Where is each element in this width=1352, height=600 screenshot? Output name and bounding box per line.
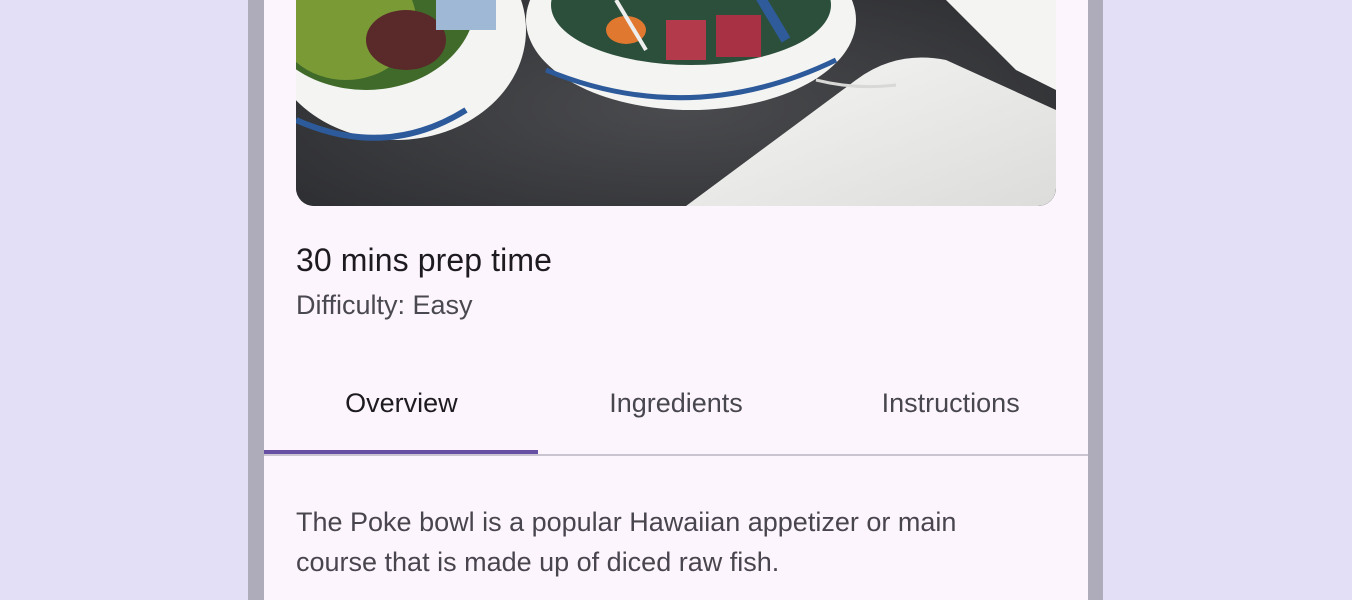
- poke-bowl-photo: [296, 0, 1056, 206]
- tab-bar: Overview Ingredients Instructions: [264, 364, 1088, 456]
- recipe-screen: 30 mins prep time Difficulty: Easy Overv…: [264, 0, 1088, 600]
- tabs-divider: [264, 454, 1088, 456]
- tab-label: Instructions: [881, 388, 1020, 418]
- tab-instructions[interactable]: Instructions: [813, 364, 1088, 456]
- tab-label: Ingredients: [609, 388, 743, 418]
- tab-ingredients[interactable]: Ingredients: [539, 364, 814, 456]
- tab-label: Overview: [345, 388, 458, 418]
- overview-description: The Poke bowl is a popular Hawaiian appe…: [296, 507, 957, 577]
- tab-overview[interactable]: Overview: [264, 364, 539, 456]
- prep-time: 30 mins prep time: [296, 242, 553, 278]
- hero-image: [296, 0, 1056, 206]
- difficulty-label: Difficulty: Easy: [296, 290, 473, 320]
